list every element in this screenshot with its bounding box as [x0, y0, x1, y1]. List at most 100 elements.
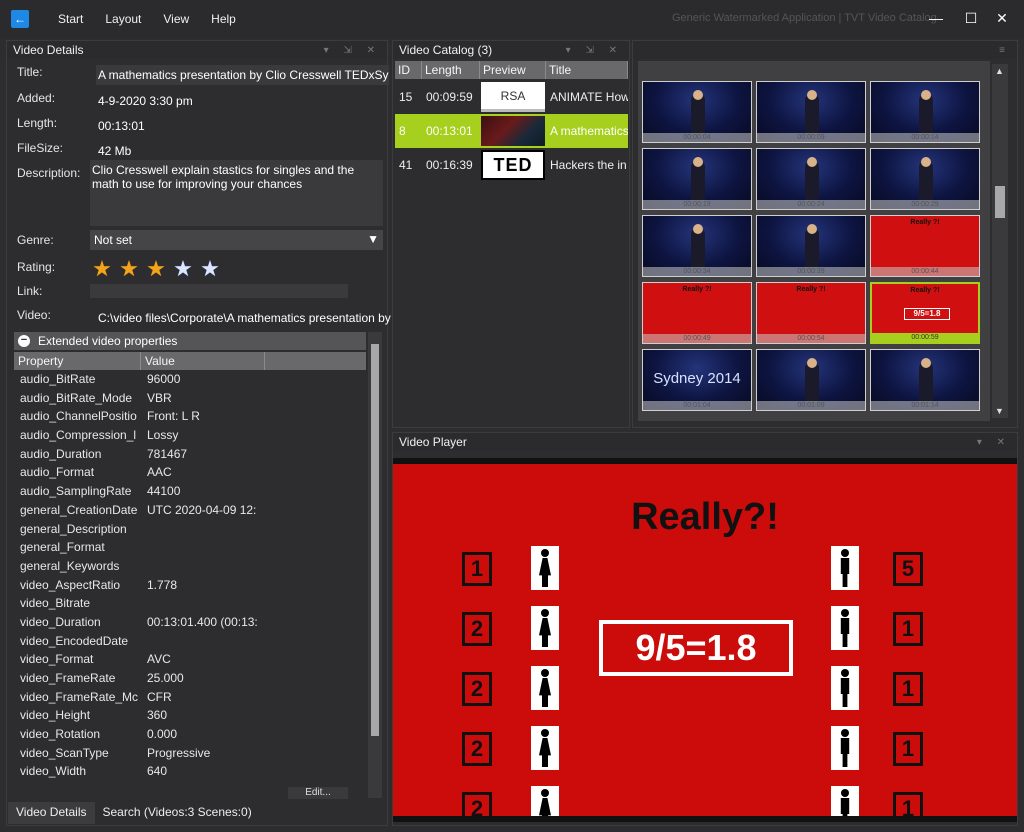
property-name: video_Bitrate: [20, 596, 91, 611]
table-row[interactable]: video_Width 640: [14, 762, 366, 781]
scroll-down-icon[interactable]: ▼: [995, 406, 1004, 416]
table-row[interactable]: audio_BitRate 96000: [14, 370, 366, 389]
star-filled-icon[interactable]: ★: [144, 257, 168, 281]
scene-thumbnail[interactable]: Really ?! 00:00:49: [642, 282, 752, 344]
table-row[interactable]: video_Format AVC: [14, 650, 366, 669]
table-row[interactable]: video_Duration 00:13:01.400 (00:13:: [14, 613, 366, 632]
menu-layout[interactable]: Layout: [94, 12, 152, 26]
extended-properties-header[interactable]: − Extended video properties: [14, 332, 366, 350]
menu-start[interactable]: Start: [47, 12, 94, 26]
description-field[interactable]: Clio Cresswell explain stastics for sing…: [90, 160, 383, 226]
star-filled-icon[interactable]: ★: [117, 257, 141, 281]
panel-controls[interactable]: ▾ ⇲ ✕: [566, 45, 623, 56]
table-row[interactable]: video_Rotation 0.000: [14, 725, 366, 744]
table-row[interactable]: video_FrameRate_Mc CFR: [14, 688, 366, 707]
column-value[interactable]: Value: [141, 352, 265, 370]
scene-thumbnail[interactable]: 00:01:09: [756, 349, 866, 411]
table-row[interactable]: audio_SamplingRate 44100: [14, 482, 366, 501]
table-row[interactable]: audio_Duration 781467: [14, 445, 366, 464]
collapse-icon[interactable]: −: [18, 335, 30, 347]
figure-head: [841, 669, 849, 677]
scenes-scrollbar-thumb[interactable]: [995, 186, 1005, 218]
table-row[interactable]: general_Keywords: [14, 557, 366, 576]
catalog-row[interactable]: 41 00:16:39 TED Hackers the in: [395, 148, 628, 182]
scene-thumbnail[interactable]: 00:00:09: [756, 81, 866, 143]
column-title[interactable]: Title: [546, 61, 628, 79]
property-name: audio_ChannelPositio: [20, 409, 137, 424]
menu-view[interactable]: View: [152, 12, 200, 26]
scene-thumbnail[interactable]: Sydney 2014 00:01:04: [642, 349, 752, 411]
panel-controls[interactable]: ▾ ⇲ ✕: [324, 45, 381, 56]
column-property[interactable]: Property: [14, 352, 141, 370]
figure-head: [841, 609, 849, 617]
scene-thumbnail[interactable]: 00:00:34: [642, 215, 752, 277]
property-name: video_EncodedDate: [20, 633, 129, 648]
rating-stars[interactable]: ★ ★ ★ ★ ★: [90, 257, 222, 281]
panel-controls[interactable]: ▾ ✕: [977, 437, 1011, 448]
catalog-row[interactable]: 8 00:13:01 A mathematics: [395, 114, 628, 148]
table-row[interactable]: general_Description: [14, 520, 366, 539]
title-field[interactable]: A mathematics presentation by Clio Cress…: [96, 65, 389, 85]
property-value: Lossy: [147, 428, 179, 443]
properties-scrollbar-thumb[interactable]: [371, 344, 379, 736]
maximize-button[interactable]: ☐: [961, 8, 981, 28]
column-id[interactable]: ID: [395, 61, 422, 79]
table-row[interactable]: video_Bitrate: [14, 594, 366, 613]
close-button[interactable]: ✕: [992, 8, 1012, 28]
link-field[interactable]: [90, 284, 348, 298]
tab-video-details[interactable]: Video Details: [8, 802, 95, 824]
scene-thumbnail[interactable]: 00:00:14: [870, 81, 980, 143]
scene-thumbnail[interactable]: 00:00:29: [870, 148, 980, 210]
scene-timestamp: 00:00:29: [871, 200, 979, 209]
right-count: 1: [893, 792, 923, 816]
table-row[interactable]: audio_Format AAC: [14, 463, 366, 482]
scene-thumbnail[interactable]: 00:00:39: [756, 215, 866, 277]
scene-thumbnail[interactable]: 00:01:14: [870, 349, 980, 411]
table-row[interactable]: video_EncodedDate: [14, 632, 366, 651]
genre-value: Not set: [94, 233, 133, 247]
tab-search[interactable]: Search (Videos:3 Scenes:0): [94, 802, 260, 824]
table-row[interactable]: audio_ChannelPositio Front: L R: [14, 407, 366, 426]
table-row[interactable]: video_ScanType Progressive: [14, 744, 366, 763]
properties-grid: audio_BitRate 96000 audio_BitRate_Mode VBR a…: [14, 370, 366, 784]
speaker-figure: [807, 358, 817, 368]
property-value: 1.778: [147, 577, 178, 592]
scene-thumbnail[interactable]: Really ?! 9/5=1.8 00:00:59: [870, 282, 980, 344]
panel-menu-icon[interactable]: ≡: [999, 45, 1011, 56]
table-row[interactable]: audio_Compression_l Lossy: [14, 426, 366, 445]
column-preview[interactable]: Preview: [480, 61, 546, 79]
app-icon[interactable]: ←: [11, 10, 29, 28]
catalog-row[interactable]: 15 00:09:59 RSA ANIMATE How: [395, 80, 628, 114]
table-row[interactable]: general_Format: [14, 538, 366, 557]
property-value: 640: [147, 764, 168, 779]
table-row[interactable]: video_FrameRate 25.000: [14, 669, 366, 688]
star-filled-icon[interactable]: ★: [90, 257, 114, 281]
scene-thumbnail[interactable]: 00:00:04: [642, 81, 752, 143]
scenes-scrollbar[interactable]: ▲ ▼: [992, 64, 1008, 418]
table-row[interactable]: video_AspectRatio 1.778: [14, 576, 366, 595]
properties-scrollbar[interactable]: [368, 332, 382, 798]
star-empty-icon[interactable]: ★: [198, 257, 222, 281]
genre-select[interactable]: Not set ▼: [90, 230, 383, 250]
slide-equation: 9/5=1.8: [599, 620, 793, 676]
female-icon: [531, 606, 559, 650]
scene-thumbnail-grid: 00:00:04 00:00:09 00:00:14 00:00:19 00:00:24…: [638, 61, 990, 421]
right-count: 5: [893, 552, 923, 586]
female-icon: [531, 666, 559, 710]
star-empty-icon[interactable]: ★: [171, 257, 195, 281]
column-length[interactable]: Length: [422, 61, 480, 79]
scene-thumbnail[interactable]: Really ?! 00:00:54: [756, 282, 866, 344]
right-count: 1: [893, 612, 923, 646]
scene-thumbnail[interactable]: 00:00:19: [642, 148, 752, 210]
table-row[interactable]: general_CreationDate UTC 2020-04-09 12:: [14, 501, 366, 520]
scene-thumbnail[interactable]: 00:00:24: [756, 148, 866, 210]
edit-button[interactable]: Edit...: [288, 787, 348, 799]
scroll-up-icon[interactable]: ▲: [995, 66, 1004, 76]
table-row[interactable]: audio_BitRate_Mode VBR: [14, 389, 366, 408]
minimize-button[interactable]: —: [926, 8, 946, 28]
video-frame[interactable]: Really?! 9/5=1.8 1 2 2 2 2 5 1 1 1 1: [393, 458, 1017, 822]
panel-title: Video Details: [13, 43, 84, 57]
menu-help[interactable]: Help: [200, 12, 247, 26]
table-row[interactable]: video_Height 360: [14, 706, 366, 725]
scene-thumbnail[interactable]: Really ?! 00:00:44: [870, 215, 980, 277]
